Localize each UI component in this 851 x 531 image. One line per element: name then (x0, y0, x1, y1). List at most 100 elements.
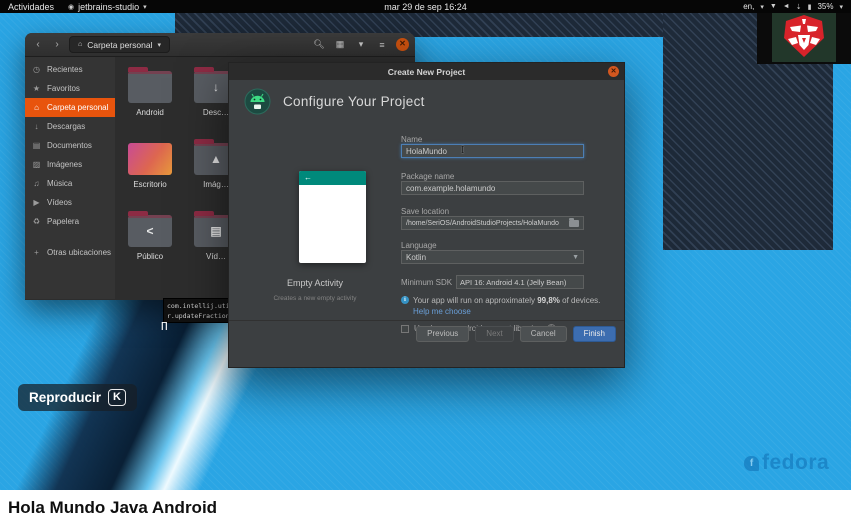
save-location-input[interactable]: /home/SeriOS/AndroidStudioProjects/HolaM… (401, 216, 584, 230)
help-me-choose-link[interactable]: Help me choose (413, 307, 471, 316)
mic-icon: ⇣ (795, 3, 802, 11)
sidebar-item-papelera[interactable]: ♻ Papelera (25, 212, 115, 231)
menu-icon[interactable]: ≡ (375, 40, 389, 50)
folder-share-icon: < (128, 211, 172, 247)
webcam-overlay (757, 8, 851, 64)
sidebar-item-musica[interactable]: ♫ Música (25, 174, 115, 193)
sidebar-item-label: Carpeta personal (47, 103, 109, 112)
template-appbar: ← (299, 171, 366, 185)
ibeam-cursor: I (460, 146, 465, 156)
close-icon[interactable]: ✕ (396, 38, 409, 51)
clock-icon: ◷ (33, 65, 40, 74)
sidebar-item-carpeta-personal[interactable]: ⌂ Carpeta personal (25, 98, 115, 117)
minimum-sdk-value: API 16: Android 4.1 (Jelly Bean) (460, 277, 567, 287)
browse-folder-icon[interactable] (569, 217, 579, 227)
sidebar-item-label: Música (47, 179, 73, 188)
activity-template-preview[interactable]: ← (299, 171, 366, 263)
android-studio-wizard-icon (244, 88, 271, 115)
stacktrace-tooltip: com.intellij.util r.updateFraction( (163, 298, 229, 323)
desktop-icon (128, 143, 172, 175)
code-line: com.intellij.util (167, 302, 229, 310)
template-description: Creates a new empty activity (273, 295, 357, 302)
file-manager-sidebar: ◷ Recientes ★ Favoritos ⌂ Carpeta person… (25, 57, 115, 299)
app-menu[interactable]: ◉ jetbrains-studio ▾ (68, 2, 147, 12)
download-icon: ↓ (34, 122, 39, 131)
sidebar-item-documentos[interactable]: ▤ Documentos (25, 136, 115, 155)
sidebar-item-imagenes[interactable]: ▨ Imágenes (25, 155, 115, 174)
file-manager-headerbar: ‹ › ⌂ Carpeta personal ▾ 🔍︎ ▦ ▾ ≡ ✕ (25, 33, 415, 57)
save-location-value: /home/SeriOS/AndroidStudioProjects/HolaM… (406, 219, 559, 227)
search-icon[interactable]: 🔍︎ (312, 39, 326, 50)
sidebar-item-label: Papelera (47, 217, 80, 226)
sidebar-item-label: Recientes (47, 65, 83, 74)
package-input[interactable]: com.example.holamundo (401, 181, 584, 195)
path-bar[interactable]: ⌂ Carpeta personal ▾ (69, 36, 170, 53)
name-value: HolaMundo (406, 146, 447, 156)
forward-button[interactable]: › (50, 39, 64, 50)
plus-icon: + (34, 248, 39, 257)
battery-percent: 35% (817, 2, 834, 11)
watermark-text: fedora (762, 451, 830, 474)
video-title: Hola Mundo Java Android (8, 498, 218, 517)
sdk-info-text: Your app will run on approximately 99,8%… (413, 296, 601, 305)
music-icon: ♫ (33, 179, 40, 188)
name-input[interactable]: HolaMundo I (401, 144, 584, 158)
chevron-down-icon: ▾ (839, 3, 843, 11)
sidebar-item-label: Otras ubicaciones (47, 248, 112, 257)
star-icon: ★ (32, 84, 41, 93)
video-player[interactable]: Actividades ◉ jetbrains-studio ▾ mar 29 … (0, 0, 851, 490)
language-value: Kotlin (406, 252, 427, 262)
language-select[interactable]: Kotlin ▼ (401, 250, 584, 264)
keyboard-layout[interactable]: en, (743, 2, 754, 11)
activities-button[interactable]: Actividades (8, 2, 54, 12)
sidebar-item-recientes[interactable]: ◷ Recientes (25, 60, 115, 79)
text-caret: Π (161, 320, 168, 333)
folder-android[interactable]: Android (117, 67, 183, 139)
sidebar-item-favoritos[interactable]: ★ Favoritos (25, 79, 115, 98)
sidebar-item-descargas[interactable]: ↓ Descargas (25, 117, 115, 136)
language-label: Language (401, 241, 437, 250)
previous-button[interactable]: Previous (416, 325, 470, 342)
trash-icon: ♻ (32, 217, 41, 226)
dialog-titlebar[interactable]: Create New Project ✕ (229, 63, 624, 80)
clock[interactable]: mar 29 de sep 16:24 (384, 2, 467, 12)
finish-button[interactable]: Finish (572, 325, 616, 342)
minimum-sdk-label: Minimum SDK (401, 277, 453, 287)
next-button[interactable]: Next (475, 325, 514, 342)
chevron-down-icon: ▾ (157, 41, 161, 49)
wifi-icon: ▼ (769, 3, 777, 10)
play-tooltip-label: Reproducir (29, 390, 102, 405)
dialog-heading: Configure Your Project (283, 94, 425, 109)
gnome-top-bar: Actividades ◉ jetbrains-studio ▾ mar 29 … (0, 0, 851, 13)
app-icon: ◉ (68, 3, 75, 11)
project-form: Name HolaMundo I Package name com.exampl… (401, 135, 600, 345)
path-label: Carpeta personal (87, 39, 153, 50)
close-icon[interactable]: ✕ (608, 66, 619, 77)
sidebar-item-label: Vídeos (47, 198, 72, 207)
dialog-header: Configure Your Project (229, 80, 624, 123)
sdk-info-row: i Your app will run on approximately 99,… (401, 296, 601, 305)
sidebar-item-label: Descargas (47, 122, 86, 131)
keycap-k: K (108, 389, 126, 406)
battery-icon: ▮ (807, 3, 812, 11)
sidebar-item-label: Documentos (47, 141, 92, 150)
view-toggle-icon[interactable]: ▦ (333, 39, 347, 50)
folder-escritorio[interactable]: Escritorio (117, 139, 183, 211)
folder-publico[interactable]: < Público (117, 211, 183, 283)
channel-logo (772, 10, 836, 62)
folder-icon (128, 67, 172, 103)
info-icon: i (401, 296, 409, 304)
cancel-button[interactable]: Cancel (519, 325, 567, 342)
play-tooltip: Reproducir K (18, 384, 137, 411)
back-button[interactable]: ‹ (31, 39, 45, 50)
red-lion-logo-icon (784, 15, 824, 57)
sidebar-item-otras-ubicaciones[interactable]: + Otras ubicaciones (25, 243, 115, 262)
sidebar-item-videos[interactable]: ▶ Vídeos (25, 193, 115, 212)
chevron-down-icon[interactable]: ▾ (354, 39, 368, 50)
folder-label: Público (136, 252, 164, 261)
status-tray[interactable]: en, ▾ ▼ ◄ ⇣ ▮ 35% ▾ (743, 2, 843, 11)
minimum-sdk-select[interactable]: API 16: Android 4.1 (Jelly Bean) (456, 275, 584, 289)
back-arrow-icon: ← (304, 173, 312, 182)
volume-icon: ◄ (782, 3, 790, 10)
folder-label: Escritorio (133, 180, 167, 189)
